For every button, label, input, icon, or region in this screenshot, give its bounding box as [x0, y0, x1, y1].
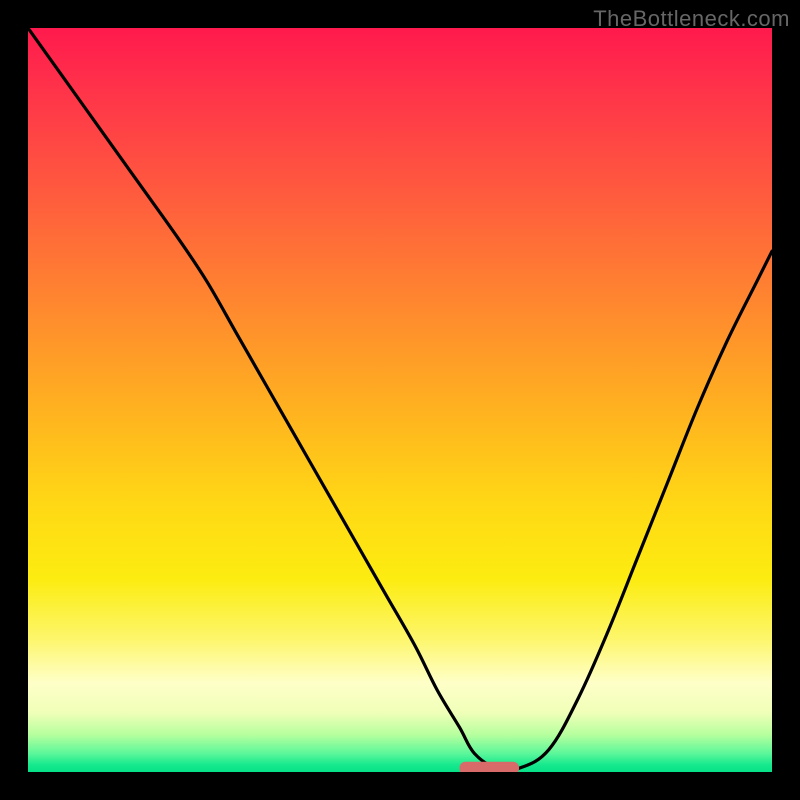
curve-layer [28, 28, 772, 772]
watermark-text: TheBottleneck.com [593, 6, 790, 32]
plot-area [28, 28, 772, 772]
optimum-marker [460, 762, 520, 772]
bottleneck-curve [28, 28, 772, 771]
chart-frame: TheBottleneck.com [0, 0, 800, 800]
